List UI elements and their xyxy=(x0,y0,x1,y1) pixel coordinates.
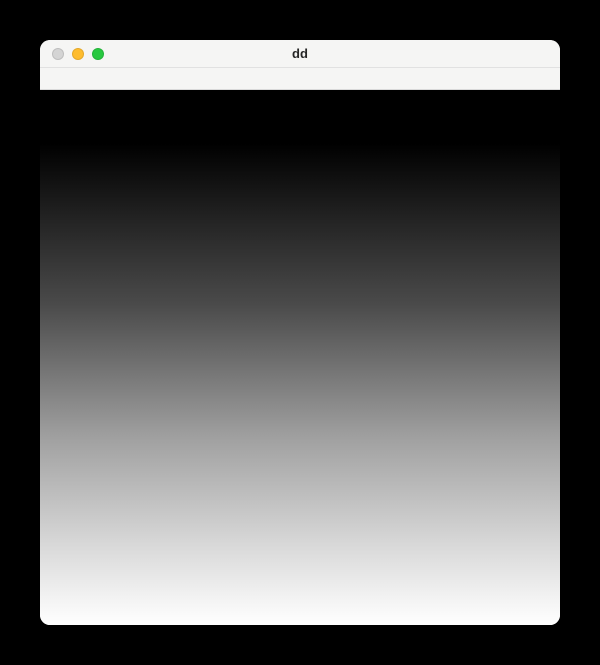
window-title: dd xyxy=(40,46,560,61)
traffic-lights xyxy=(40,48,104,60)
close-button[interactable] xyxy=(52,48,64,60)
app-window: dd xyxy=(40,40,560,625)
content-area xyxy=(40,90,560,625)
minimize-button[interactable] xyxy=(72,48,84,60)
maximize-button[interactable] xyxy=(92,48,104,60)
toolbar xyxy=(40,68,560,90)
titlebar: dd xyxy=(40,40,560,68)
